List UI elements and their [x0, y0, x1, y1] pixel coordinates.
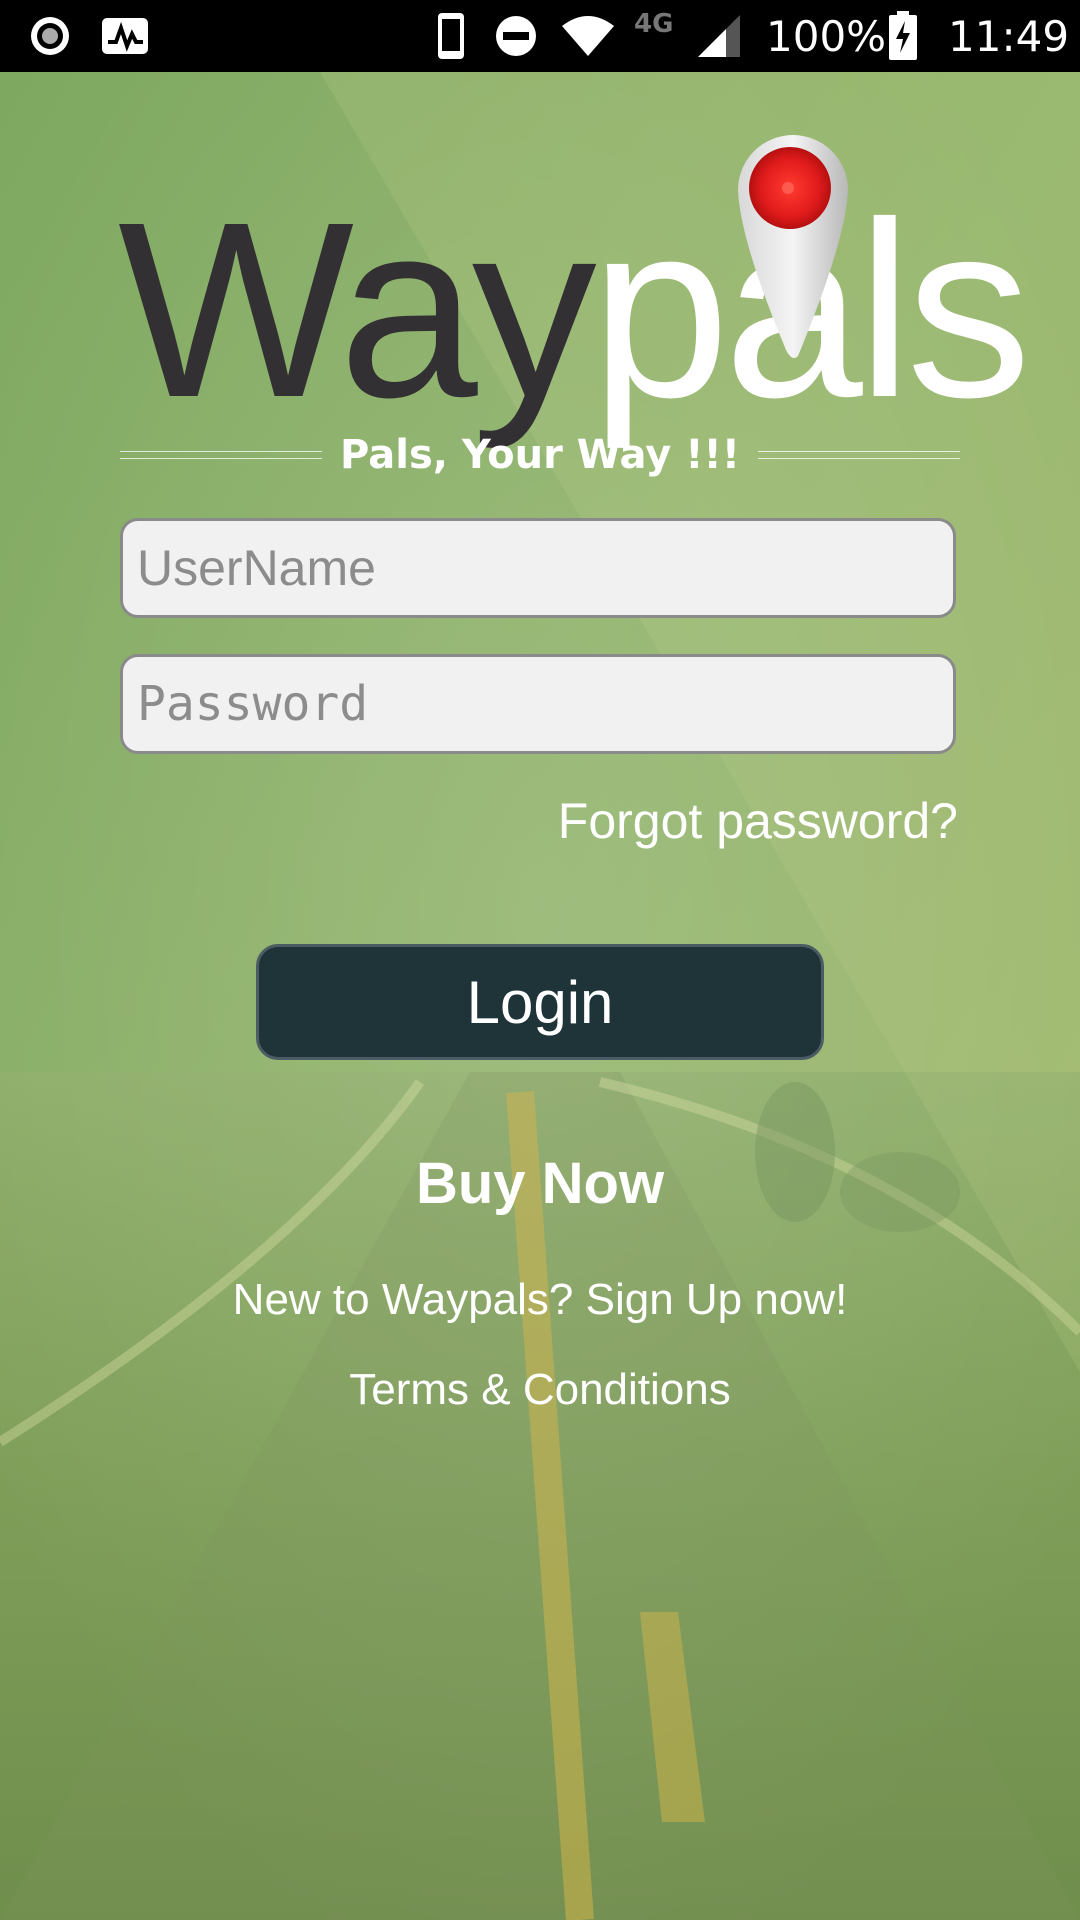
buy-now-link[interactable]: Buy Now: [0, 1150, 1080, 1217]
password-input[interactable]: [120, 654, 956, 754]
clock: 11:49: [948, 11, 1070, 61]
terms-link[interactable]: Terms & Conditions: [0, 1365, 1080, 1415]
login-screen: 4G 100% 11:49 Way pals: [0, 0, 1080, 1920]
phone-device-icon: [436, 0, 466, 72]
tagline-row: Pals, Your Way !!!: [120, 430, 960, 480]
tagline-divider-right: [757, 451, 960, 459]
logo-text-dark: Way: [118, 170, 597, 449]
logo-wordmark: Waypals: [118, 185, 1031, 435]
network-type: 4G: [634, 9, 674, 39]
record-icon: [28, 0, 72, 72]
tagline: Pals, Your Way !!!: [340, 432, 740, 478]
battery-percent: 100%: [766, 11, 887, 61]
wifi-icon: [560, 0, 616, 72]
battery-charging-icon: [888, 0, 918, 72]
waypals-logo: Waypals: [118, 130, 1031, 435]
tagline-divider-left: [120, 451, 323, 459]
activity-icon: [100, 0, 150, 72]
do-not-disturb-icon: [494, 0, 538, 72]
map-pin-icon: [738, 135, 848, 358]
status-bar: 4G 100% 11:49: [0, 0, 1080, 72]
username-input[interactable]: [120, 518, 956, 618]
login-button[interactable]: Login: [256, 944, 824, 1060]
forgot-password-link[interactable]: Forgot password?: [558, 792, 958, 850]
cell-signal-icon: [696, 0, 742, 72]
signup-link[interactable]: New to Waypals? Sign Up now!: [0, 1275, 1080, 1325]
